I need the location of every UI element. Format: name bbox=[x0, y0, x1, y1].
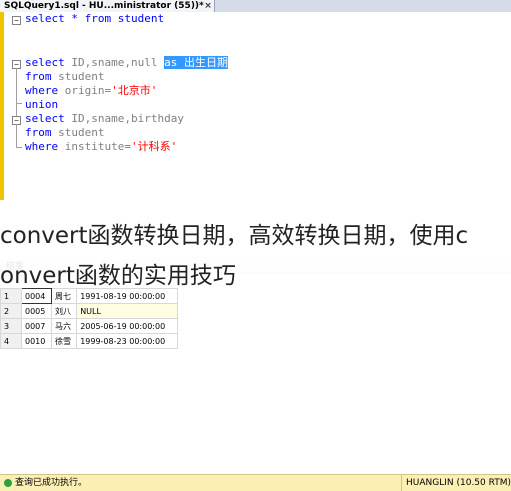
cell-id[interactable]: 0010 bbox=[21, 333, 52, 349]
cell-birthday[interactable]: 1991-08-19 00:00:00 bbox=[76, 288, 178, 304]
text-selection: as 出生日期 bbox=[164, 56, 228, 69]
sql-editor[interactable]: − select * from student − select ID,snam… bbox=[0, 12, 511, 200]
row-number: 4 bbox=[0, 333, 22, 349]
cell-id[interactable]: 0005 bbox=[21, 303, 52, 319]
tab-sqlquery1[interactable]: SQLQuery1.sql - HU...ministrator (55))* … bbox=[0, 0, 215, 12]
fold-guide bbox=[16, 124, 17, 148]
tab-title: SQLQuery1.sql - HU...ministrator (55))* bbox=[4, 1, 204, 11]
cell-id[interactable]: 0004 bbox=[21, 288, 52, 304]
row-number: 3 bbox=[0, 318, 22, 334]
code-line-3: from student bbox=[25, 70, 105, 83]
code-line-2: select ID,sname,null as 出生日期 bbox=[25, 56, 228, 69]
table-row[interactable]: 3 0007 马六 2005-06-19 00:00:00 bbox=[0, 318, 178, 334]
caption-overlay: convert函数转换日期，高效转换日期，使用c onvert函数的实用技巧 bbox=[0, 212, 511, 292]
cell-sname[interactable]: 刘八 bbox=[50, 303, 78, 319]
caption-line-2: onvert函数的实用技巧 bbox=[0, 263, 236, 289]
collapse-icon[interactable]: − bbox=[12, 16, 21, 25]
cell-birthday[interactable]: 2005-06-19 00:00:00 bbox=[76, 318, 178, 334]
status-bar: 查询已成功执行。 HUANGLIN (10.50 RTM) bbox=[0, 474, 511, 491]
cell-id[interactable]: 0007 bbox=[21, 318, 52, 334]
cell-birthday[interactable]: 1999-08-23 00:00:00 bbox=[76, 333, 178, 349]
close-icon[interactable]: × bbox=[204, 0, 212, 12]
status-message: 查询已成功执行。 bbox=[15, 478, 88, 488]
cell-sname[interactable]: 徐雪 bbox=[50, 333, 78, 349]
code-line-5: union bbox=[25, 98, 59, 111]
fold-guide-end bbox=[16, 147, 22, 148]
row-number: 2 bbox=[0, 303, 22, 319]
caption-line-1: convert函数转换日期，高效转换日期，使用c bbox=[0, 223, 469, 249]
change-marker-bar bbox=[0, 12, 4, 200]
cell-birthday[interactable]: NULL bbox=[76, 303, 178, 319]
table-row[interactable]: 2 0005 刘八 NULL bbox=[0, 303, 178, 319]
code-line-1: select * from student bbox=[25, 12, 165, 25]
code-line-4: where origin='北京市' bbox=[25, 84, 158, 97]
results-grid[interactable]: 1 0004 周七 1991-08-19 00:00:00 2 0005 刘八 … bbox=[0, 288, 178, 349]
cell-sname[interactable]: 马六 bbox=[50, 318, 78, 334]
code-line-8: where institute='计科系' bbox=[25, 140, 178, 153]
table-row[interactable]: 1 0004 周七 1991-08-19 00:00:00 bbox=[0, 288, 178, 304]
cell-sname[interactable]: 周七 bbox=[50, 288, 78, 304]
success-icon bbox=[4, 479, 12, 487]
row-number: 1 bbox=[0, 288, 22, 304]
server-info: HUANGLIN (10.50 RTM) bbox=[401, 475, 511, 491]
code-line-7: from student bbox=[25, 126, 105, 139]
code-line-6: select ID,sname,birthday bbox=[25, 112, 184, 125]
document-tab-bar: SQLQuery1.sql - HU...ministrator (55))* … bbox=[0, 0, 511, 12]
table-row[interactable]: 4 0010 徐雪 1999-08-23 00:00:00 bbox=[0, 333, 178, 349]
fold-guide-end bbox=[16, 103, 22, 104]
